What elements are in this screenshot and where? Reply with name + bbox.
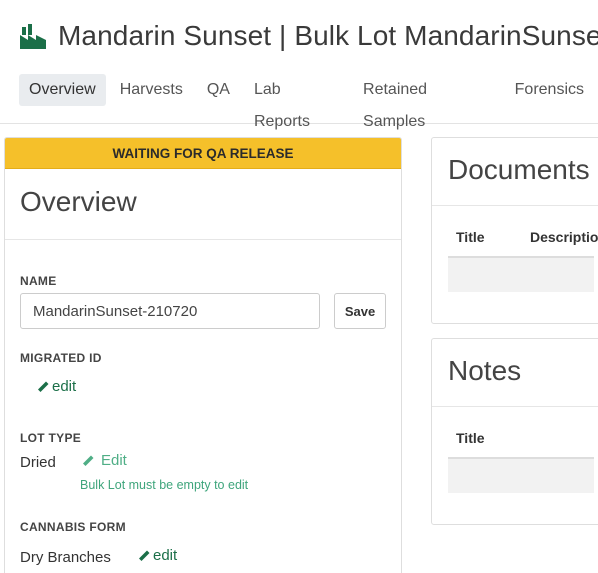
factory-icon [18,21,48,51]
overview-heading: Overview [5,169,401,240]
notes-table-header: Title [448,407,594,459]
lot-type-edit-label: Edit [101,452,127,469]
tab-retained-samples[interactable]: Retained Samples [353,74,501,130]
notes-empty-row [448,459,594,493]
tab-qa[interactable]: QA [197,74,240,106]
documents-card: Documents Title Description [431,137,598,324]
pencil-icon [37,381,49,393]
migrated-id-label: MIGRATED ID [20,351,102,365]
tab-lab-reports[interactable]: Lab Reports [244,74,349,130]
lot-type-edit-link[interactable]: Edit [80,452,127,469]
tab-bar: Overview Harvests QA Lab Reports Retaine… [19,74,598,130]
cannabis-form-value: Dry Branches [20,549,111,566]
migrated-id-edit-link[interactable]: edit [35,378,76,395]
pencil-icon [82,455,94,467]
status-banner: WAITING FOR QA RELEASE [5,138,401,169]
cannabis-form-edit-label: edit [153,547,178,564]
documents-col-description: Description [530,229,598,245]
save-button[interactable]: Save [334,293,386,329]
name-input[interactable] [20,293,320,329]
notes-heading: Notes [432,339,598,407]
cannabis-form-edit-link[interactable]: edit [136,547,177,564]
overview-card: WAITING FOR QA RELEASE Overview NAME Sav… [4,137,402,573]
page-header: Mandarin Sunset | Bulk Lot MandarinSunse… [0,0,598,130]
notes-col-title: Title [456,430,485,446]
name-label: NAME [20,274,57,288]
migrated-id-edit-label: edit [52,378,77,395]
documents-table-header: Title Description [448,206,598,258]
lot-type-value: Dried [20,454,56,471]
page-title: Mandarin Sunset | Bulk Lot MandarinSunse… [58,20,598,51]
documents-empty-row [448,258,594,292]
lot-type-label: LOT TYPE [20,431,82,445]
tab-overview[interactable]: Overview [19,74,106,106]
cannabis-form-label: CANNABIS FORM [20,520,126,534]
pencil-icon [138,550,150,562]
title-row: Mandarin Sunset | Bulk Lot MandarinSunse… [18,20,598,52]
tab-forensics[interactable]: Forensics [505,74,594,106]
documents-col-title: Title [456,229,485,245]
notes-card: Notes Title [431,338,598,525]
tab-harvests[interactable]: Harvests [110,74,193,106]
documents-heading: Documents [432,138,598,206]
lot-type-hint: Bulk Lot must be empty to edit [80,478,249,492]
